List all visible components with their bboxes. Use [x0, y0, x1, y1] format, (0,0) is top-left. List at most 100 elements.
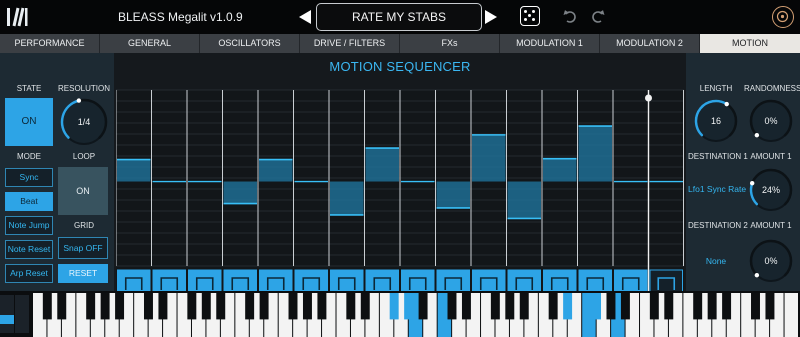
black-key[interactable]	[664, 293, 674, 320]
playhead-handle[interactable]	[645, 94, 652, 102]
amount-1-knob[interactable]: 24%	[747, 166, 795, 214]
bleass-logo-icon[interactable]	[6, 6, 28, 28]
black-key[interactable]	[404, 293, 414, 320]
mode-label: MODE	[17, 152, 41, 161]
black-key[interactable]	[115, 293, 125, 320]
black-key[interactable]	[42, 293, 52, 320]
piano-keyboard[interactable]	[33, 293, 799, 337]
amount-2-knob[interactable]: 0%	[747, 237, 795, 285]
sequencer-grid[interactable]	[116, 80, 684, 310]
black-key[interactable]	[100, 293, 110, 320]
mode-note-jump-button[interactable]: Note Jump	[5, 216, 53, 235]
state-label: STATE	[16, 84, 42, 93]
pitch-bend-wheel[interactable]	[0, 295, 14, 333]
mod-wheel[interactable]	[15, 295, 29, 333]
sequencer-step-bar[interactable]	[117, 159, 151, 182]
snap-button[interactable]: Snap OFF	[58, 237, 108, 259]
resolution-knob[interactable]: 1/4	[58, 96, 110, 148]
keyboard-area	[0, 291, 800, 337]
preset-name-display[interactable]: RATE MY STABS	[316, 3, 482, 31]
black-key[interactable]	[620, 293, 630, 320]
black-key[interactable]	[201, 293, 211, 320]
length-value: 16	[710, 116, 721, 126]
black-key[interactable]	[57, 293, 67, 320]
amount-1-label: AMOUNT 1	[750, 152, 792, 161]
redo-icon[interactable]	[590, 8, 606, 24]
length-knob[interactable]: 16	[692, 97, 740, 145]
sequencer-step-bar[interactable]	[223, 181, 258, 204]
megalit-logo-icon[interactable]	[772, 6, 794, 28]
dice-icon[interactable]	[520, 6, 540, 26]
black-key[interactable]	[490, 293, 500, 320]
black-key[interactable]	[563, 293, 573, 320]
sequencer-step-bar[interactable]	[472, 134, 506, 182]
tab-modulation-1[interactable]: MODULATION 1	[500, 34, 600, 53]
mode-note-reset-button[interactable]: Note Reset	[5, 240, 53, 259]
black-key[interactable]	[548, 293, 558, 320]
black-key[interactable]	[389, 293, 399, 320]
black-key[interactable]	[158, 293, 168, 320]
tab-bar: PERFORMANCE GENERAL OSCILLATORS DRIVE / …	[0, 34, 800, 53]
black-key[interactable]	[360, 293, 370, 320]
tab-fxs[interactable]: FXs	[400, 34, 500, 53]
black-key[interactable]	[461, 293, 471, 320]
black-key[interactable]	[143, 293, 153, 320]
black-key[interactable]	[505, 293, 515, 320]
motion-left-panel: STATE ON RESOLUTION 1/4 MODE Sync Beat N…	[0, 53, 114, 291]
black-key[interactable]	[519, 293, 529, 320]
sequencer-step-bar[interactable]	[543, 158, 577, 182]
black-key[interactable]	[765, 293, 775, 320]
sequencer-step-bar[interactable]	[365, 148, 400, 182]
loop-toggle-button[interactable]: ON	[58, 167, 108, 215]
tab-performance[interactable]: PERFORMANCE	[0, 34, 100, 53]
tab-drive-filters[interactable]: DRIVE / FILTERS	[300, 34, 400, 53]
black-key[interactable]	[418, 293, 428, 320]
black-key[interactable]	[649, 293, 659, 320]
motion-right-panel: LENGTH 16 RANDOMNESS 0% DESTINATION 1 Lf…	[686, 53, 800, 291]
tab-motion[interactable]: MOTION	[700, 34, 800, 53]
black-key[interactable]	[302, 293, 312, 320]
black-key[interactable]	[346, 293, 356, 320]
black-key[interactable]	[722, 293, 732, 320]
black-key[interactable]	[86, 293, 96, 320]
state-toggle-button[interactable]: ON	[5, 98, 53, 146]
black-key[interactable]	[707, 293, 717, 320]
black-key[interactable]	[216, 293, 226, 320]
destination-2-select[interactable]: None	[688, 256, 744, 266]
white-key[interactable]	[784, 293, 798, 337]
sequencer-step-bar[interactable]	[436, 181, 471, 208]
black-key[interactable]	[187, 293, 197, 320]
black-key[interactable]	[447, 293, 457, 320]
black-key[interactable]	[693, 293, 703, 320]
black-key[interactable]	[259, 293, 269, 320]
amount-2-value: 0%	[764, 256, 778, 266]
black-key[interactable]	[317, 293, 327, 320]
sequencer-step-bar[interactable]	[330, 181, 364, 215]
resolution-value: 1/4	[77, 117, 91, 127]
next-preset-icon[interactable]	[485, 10, 497, 24]
mode-beat-button[interactable]: Beat	[5, 192, 53, 211]
destination-1-label: DESTINATION 1	[688, 152, 748, 161]
reset-button[interactable]: RESET	[58, 264, 108, 283]
tab-oscillators[interactable]: OSCILLATORS	[200, 34, 300, 53]
destination-1-select[interactable]: Lfo1 Sync Rate	[688, 184, 746, 194]
amount-2-label: AMOUNT 1	[750, 221, 792, 230]
randomness-knob[interactable]: 0%	[747, 97, 795, 145]
tab-general[interactable]: GENERAL	[100, 34, 200, 53]
black-key[interactable]	[751, 293, 760, 320]
mode-arp-reset-button[interactable]: Arp Reset	[5, 264, 53, 283]
sequencer-title: MOTION SEQUENCER	[329, 59, 471, 74]
prev-preset-icon[interactable]	[299, 10, 311, 24]
black-key[interactable]	[245, 293, 255, 320]
black-key[interactable]	[592, 293, 601, 320]
undo-icon[interactable]	[562, 8, 578, 24]
sequencer-step-bar[interactable]	[259, 159, 293, 182]
tab-modulation-2[interactable]: MODULATION 2	[600, 34, 700, 53]
loop-label: LOOP	[72, 152, 96, 161]
black-key[interactable]	[288, 293, 298, 320]
sequencer-step-bar[interactable]	[578, 126, 613, 182]
amount-1-value: 24%	[761, 185, 780, 195]
black-key[interactable]	[606, 293, 616, 320]
sequencer-step-bar[interactable]	[507, 181, 542, 219]
mode-sync-button[interactable]: Sync	[5, 168, 53, 187]
